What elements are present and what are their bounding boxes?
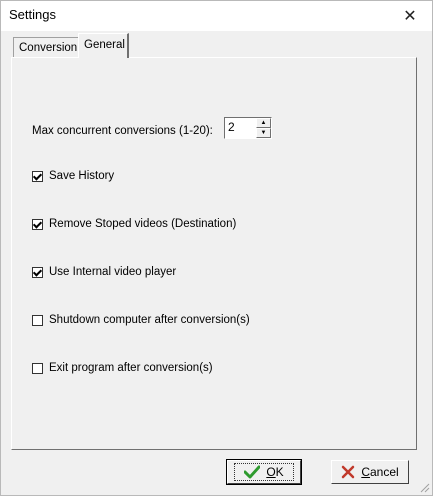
checkmark-icon	[244, 465, 261, 479]
spin-down-button[interactable]: ▼	[256, 128, 271, 138]
use-internal-player-label: Use Internal video player	[49, 266, 177, 278]
max-concurrent-row: Max concurrent conversions (1-20):	[32, 120, 213, 142]
exit-program-check-box[interactable]	[32, 362, 43, 374]
arrow-up-icon: ▲	[260, 120, 267, 126]
remove-stoped-videos-label: Remove Stoped videos (Destination)	[49, 218, 237, 230]
dialog-client-area: Conversion General Max concurrent conver…	[1, 31, 432, 495]
settings-window: Settings ✕ Conversion General Max concur…	[0, 0, 433, 496]
max-concurrent-value[interactable]: 2	[228, 120, 235, 134]
close-button[interactable]: ✕	[388, 1, 432, 31]
remove-stoped-videos-checkbox[interactable]: Remove Stoped videos (Destination)	[32, 216, 236, 232]
use-internal-player-checkbox[interactable]: Use Internal video player	[32, 264, 176, 280]
cancel-button[interactable]: Cancel	[331, 460, 409, 484]
shutdown-computer-check-box[interactable]	[32, 314, 43, 326]
spinner-buttons: ▲ ▼	[256, 118, 271, 138]
save-history-checkbox[interactable]: Save History	[32, 168, 114, 184]
resize-grip-icon[interactable]	[418, 481, 430, 493]
max-concurrent-label: Max concurrent conversions (1-20):	[32, 125, 213, 137]
shutdown-computer-checkbox[interactable]: Shutdown computer after conversion(s)	[32, 312, 250, 328]
tab-conversion-label: Conversion	[19, 42, 78, 54]
ok-button[interactable]: OK	[226, 459, 302, 485]
max-concurrent-spinner[interactable]: 2 ▲ ▼	[224, 117, 272, 139]
ok-button-focus: OK	[234, 463, 294, 481]
window-title: Settings	[9, 7, 56, 22]
shutdown-computer-label: Shutdown computer after conversion(s)	[49, 314, 250, 326]
title-bar: Settings ✕	[1, 1, 432, 31]
tab-conversion[interactable]: Conversion	[13, 37, 79, 57]
arrow-down-icon: ▼	[260, 130, 267, 136]
close-icon: ✕	[403, 8, 417, 25]
use-internal-player-check-box[interactable]	[32, 266, 43, 278]
cross-icon	[341, 465, 355, 479]
tab-general-label: General	[84, 39, 125, 51]
save-history-check-box[interactable]	[32, 170, 43, 182]
exit-program-checkbox[interactable]: Exit program after conversion(s)	[32, 360, 213, 376]
cancel-label: Cancel	[361, 465, 399, 479]
exit-program-label: Exit program after conversion(s)	[49, 362, 213, 374]
tab-general[interactable]: General	[78, 33, 129, 58]
save-history-label: Save History	[49, 170, 115, 182]
ok-label: OK	[266, 465, 284, 479]
general-tab-panel: Max concurrent conversions (1-20): 2 ▲ ▼…	[11, 57, 417, 450]
remove-stoped-videos-check-box[interactable]	[32, 218, 43, 230]
spin-up-button[interactable]: ▲	[256, 118, 271, 128]
